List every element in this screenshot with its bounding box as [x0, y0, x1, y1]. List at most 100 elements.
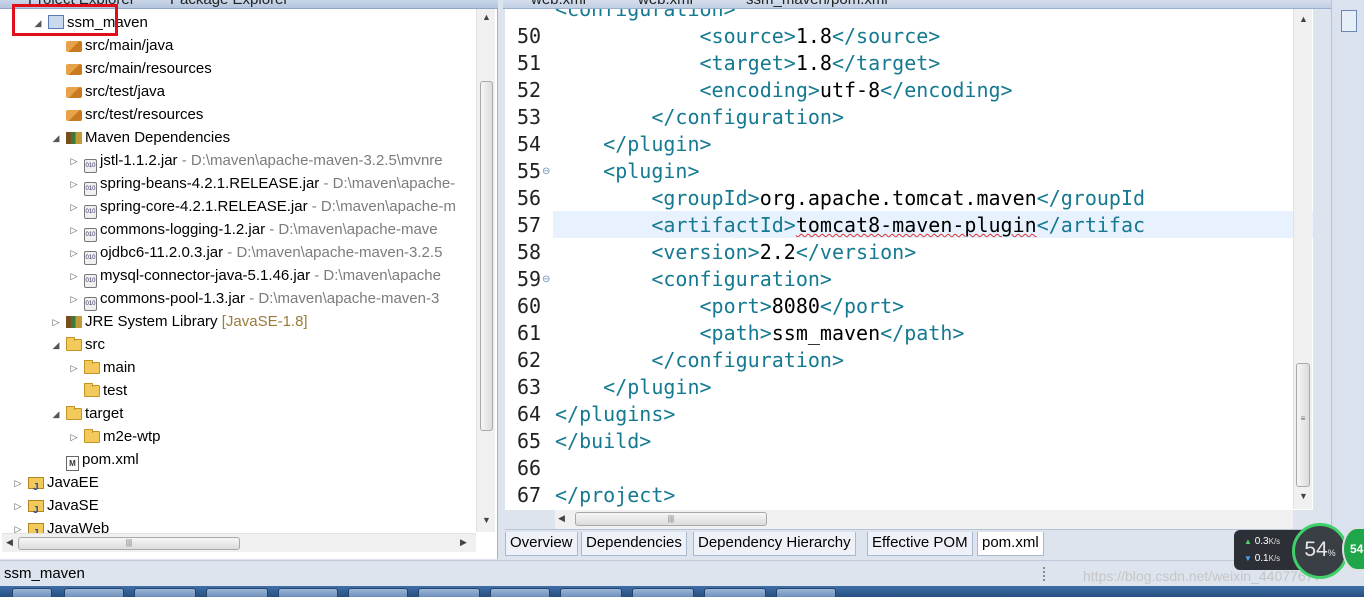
- tab-web-xml-1[interactable]: web.xml: [531, 0, 586, 8]
- collapse-arrow-icon[interactable]: ▷: [68, 196, 80, 219]
- network-speed-widget[interactable]: ▲ 0.3K/s ▼ 0.1K/s 54% 54: [1234, 523, 1364, 579]
- tree-item-javase[interactable]: ▷ JavaSE: [12, 494, 99, 522]
- taskbar-app[interactable]: [776, 588, 836, 597]
- scroll-down-icon[interactable]: ▼: [1299, 491, 1308, 501]
- collapse-arrow-icon[interactable]: ▷: [68, 288, 80, 311]
- usage-percent-sign: %: [1327, 548, 1336, 558]
- tree-item-src-test-java[interactable]: src/test/java: [62, 80, 165, 103]
- tree-item-target[interactable]: ◢ target: [50, 402, 124, 426]
- scroll-left-icon[interactable]: ◀: [6, 537, 13, 548]
- explorer-horizontal-scrollbar[interactable]: ◀ ||| ▶: [2, 533, 476, 552]
- tree-item-jar[interactable]: ▷ 010 spring-core-4.2.1.RELEASE.jar - D:\m…: [68, 195, 456, 219]
- taskbar-app[interactable]: [704, 588, 766, 597]
- scroll-down-icon[interactable]: ▼: [482, 515, 491, 525]
- code-open: </build>: [555, 429, 652, 453]
- tab-dependency-hierarchy[interactable]: Dependency Hierarchy: [693, 532, 856, 556]
- start-button[interactable]: [12, 588, 52, 597]
- code-line: </plugin>: [555, 374, 711, 401]
- jar-path: - D:\maven\apache-maven-3.2.5\mvnre: [177, 152, 443, 169]
- expand-arrow-icon[interactable]: ◢: [50, 403, 62, 426]
- collapse-arrow-icon[interactable]: ▷: [68, 219, 80, 242]
- taskbar-app[interactable]: [632, 588, 694, 597]
- taskbar-app[interactable]: [206, 588, 268, 597]
- tab-web-xml-2[interactable]: web.xml: [638, 0, 693, 8]
- taskbar-app[interactable]: [64, 588, 124, 597]
- tab-effective-pom[interactable]: Effective POM: [867, 532, 973, 556]
- code-value: ssm_maven: [771, 321, 881, 345]
- line-number: 54: [517, 132, 542, 156]
- tree-item-src[interactable]: ◢ src: [50, 333, 105, 356]
- code-open: <groupId>: [651, 186, 760, 210]
- taskbar-app[interactable]: [490, 588, 550, 597]
- explorer-vertical-scrollbar[interactable]: ▲ ▼: [476, 9, 495, 532]
- code-value: 2.2: [759, 240, 796, 264]
- tab-dependencies[interactable]: Dependencies: [581, 532, 687, 556]
- collapse-arrow-icon[interactable]: ▷: [68, 426, 80, 449]
- scroll-thumb[interactable]: |||: [575, 512, 767, 526]
- upload-value: 0.3: [1254, 536, 1269, 547]
- tree-item-m2e-wtp[interactable]: ▷ m2e-wtp: [68, 425, 161, 448]
- expand-arrow-icon[interactable]: ◢: [50, 127, 62, 150]
- collapse-arrow-icon[interactable]: ▷: [68, 265, 80, 288]
- line-number: 52: [517, 78, 542, 102]
- fold-toggle-icon[interactable]: ⊖: [542, 166, 550, 177]
- collapse-arrow-icon[interactable]: ▷: [50, 311, 62, 334]
- taskbar-app[interactable]: [278, 588, 338, 597]
- restore-view-icon[interactable]: [1341, 10, 1357, 32]
- tree-item-jar[interactable]: ▷ 010 ojdbc6-11.2.0.3.jar - D:\maven\apach…: [68, 241, 442, 265]
- expand-arrow-icon[interactable]: ◢: [50, 334, 62, 357]
- scroll-thumb[interactable]: ≡: [1296, 363, 1310, 487]
- scroll-left-icon[interactable]: ◀: [558, 513, 565, 524]
- collapse-arrow-icon[interactable]: ▷: [68, 242, 80, 265]
- taskbar-app[interactable]: [348, 588, 408, 597]
- tab-overview[interactable]: Overview: [505, 532, 578, 556]
- source-folder-icon: [66, 87, 82, 98]
- pom-xml-editor[interactable]: 50 51 52 53 54 55 ⊖ 56 57 58 59 ⊖ 60 61 62 63 64 65 66 67 <…: [505, 9, 1313, 510]
- tree-item-maven-dependencies[interactable]: ◢ Maven Dependencies: [50, 126, 231, 150]
- collapse-arrow-icon[interactable]: ▷: [12, 472, 24, 495]
- jar-name: commons-pool-1.3.jar: [100, 290, 246, 307]
- tab-package-explorer[interactable]: Package Explorer: [170, 0, 288, 8]
- editor-vertical-scrollbar[interactable]: ▲ ≡ ▼: [1293, 9, 1312, 509]
- tree-item-jar[interactable]: ▷ 010 spring-beans-4.2.1.RELEASE.jar - D:\…: [68, 172, 455, 196]
- tree-item-src-main-java[interactable]: src/main/java: [62, 34, 173, 57]
- tree-item-jar[interactable]: ▷ 010 jstl-1.1.2.jar - D:\maven\apache-mav…: [68, 149, 443, 173]
- taskbar-app[interactable]: [418, 588, 480, 597]
- fold-toggle-icon[interactable]: ⊖: [542, 274, 550, 285]
- collapse-arrow-icon[interactable]: ▷: [68, 173, 80, 196]
- collapse-arrow-icon[interactable]: ▷: [68, 357, 80, 380]
- line-number: 58: [517, 240, 542, 264]
- scroll-right-icon[interactable]: ▶: [460, 537, 467, 548]
- scroll-up-icon[interactable]: ▲: [482, 12, 491, 22]
- tree-label: JavaSE: [47, 497, 99, 514]
- tree-label: JavaEE: [47, 474, 99, 491]
- tab-pom-xml[interactable]: ssm_maven/pom.xml: [746, 0, 888, 8]
- scroll-thumb[interactable]: |||: [18, 537, 240, 550]
- line-number: 50: [517, 24, 542, 48]
- scroll-thumb[interactable]: [480, 81, 493, 431]
- taskbar-app[interactable]: [134, 588, 196, 597]
- jar-icon: 010: [84, 182, 97, 196]
- taskbar-app[interactable]: [560, 588, 622, 597]
- tree-item-src-main-resources[interactable]: src/main/resources: [62, 57, 212, 80]
- tree-item-jar[interactable]: ▷ 010 commons-logging-1.2.jar - D:\maven\a…: [68, 218, 438, 242]
- tree-item-pom-xml[interactable]: Mpom.xml: [62, 448, 139, 471]
- tab-pom-xml-source[interactable]: pom.xml: [977, 532, 1044, 556]
- collapse-arrow-icon[interactable]: ▷: [68, 150, 80, 173]
- jar-name: ojdbc6-11.2.0.3.jar: [100, 244, 224, 261]
- tree-item-jar[interactable]: ▷ 010 commons-pool-1.3.jar - D:\maven\apac…: [68, 287, 439, 311]
- collapse-arrow-icon[interactable]: ▷: [12, 495, 24, 518]
- editor-horizontal-scrollbar[interactable]: ◀ |||: [555, 510, 1293, 529]
- tree-item-src-test-resources[interactable]: src/test/resources: [62, 103, 203, 126]
- tree-item-javaee[interactable]: ▷ JavaEE: [12, 471, 99, 499]
- tree-item-jar[interactable]: ▷ 010 mysql-connector-java-5.1.46.jar - D:…: [68, 264, 441, 288]
- code-line: <path>ssm_maven</path>: [555, 320, 965, 347]
- tree-item-main[interactable]: ▷ main: [68, 356, 136, 379]
- tree-item-jre-library[interactable]: ▷ JRE System Library [JavaSE-1.8]: [50, 310, 308, 333]
- tree-item-test[interactable]: test: [80, 379, 127, 402]
- scroll-up-icon[interactable]: ▲: [1299, 14, 1308, 24]
